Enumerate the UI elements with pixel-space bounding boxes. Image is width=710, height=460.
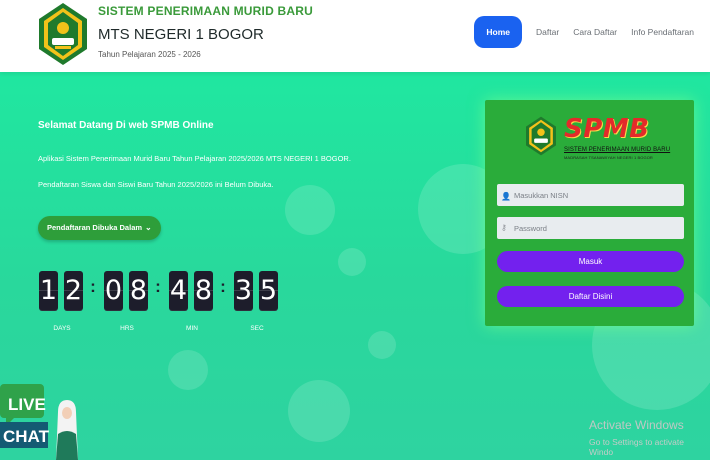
countdown-digit: 2 (64, 271, 83, 311)
nav-info-pendaftaran[interactable]: Info Pendaftaran (631, 27, 694, 37)
registration-opens-label: Pendaftaran Dibuka Dalam (47, 223, 143, 232)
app-description: Aplikasi Sistem Penerimaan Murid Baru Ta… (38, 154, 351, 163)
activate-windows-title: Activate Windows (589, 418, 684, 432)
welcome-heading: Selamat Datang Di web SPMB Online (38, 120, 214, 131)
countdown-digit: 8 (194, 271, 213, 311)
countdown-colon: : (220, 277, 226, 296)
countdown-label-days: DAYS (53, 325, 71, 332)
nisn-input[interactable] (497, 184, 684, 206)
brand-tagline: SISTEM PENERIMAAN MURID BARU (98, 4, 313, 18)
register-button[interactable]: Daftar Disini (497, 286, 684, 307)
spmb-logo-text: SPMB (564, 114, 650, 144)
user-icon: 👤 (501, 192, 511, 201)
chevron-down-icon: ⌄ (145, 223, 152, 232)
decor-bubble (168, 350, 208, 390)
decor-bubble (338, 248, 366, 276)
countdown-digit: 0 (104, 271, 123, 311)
academic-year: Tahun Pelajaran 2025 - 2026 (98, 50, 201, 59)
countdown-digit: 5 (259, 271, 278, 311)
kemenag-logo-icon (526, 116, 556, 156)
decor-bubble (288, 380, 350, 442)
login-card: SPMB SISTEM PENERIMAAN MURID BARU MADRAS… (485, 100, 694, 326)
registration-opens-button[interactable]: Pendaftaran Dibuka Dalam ⌄ (38, 216, 161, 240)
school-name: MTS NEGERI 1 BOGOR (98, 26, 264, 43)
countdown-label-hrs: HRS (120, 325, 134, 332)
key-icon: ⚷ (501, 223, 507, 232)
countdown-colon: : (155, 277, 161, 296)
main-nav: Home Daftar Cara Daftar Info Pendaftaran (474, 16, 694, 48)
countdown-digit: 4 (169, 271, 188, 311)
countdown-colon: : (90, 277, 96, 296)
countdown-label-sec: SEC (250, 325, 264, 332)
countdown-digit: 8 (129, 271, 148, 311)
login-button[interactable]: Masuk (497, 251, 684, 272)
password-input[interactable] (497, 217, 684, 239)
countdown-label-min: MIN (186, 325, 198, 332)
nav-home[interactable]: Home (474, 16, 523, 48)
spmb-logo-subtitle: SISTEM PENERIMAAN MURID BARU (564, 147, 671, 153)
site-header: SISTEM PENERIMAAN MURID BARU MTS NEGERI … (0, 0, 710, 72)
nav-cara-daftar[interactable]: Cara Daftar (573, 27, 617, 37)
live-chat-line1: LIVE (8, 395, 46, 414)
decor-bubble (368, 331, 396, 359)
kemenag-logo-icon (39, 3, 87, 65)
registration-status: Pendaftaran Siswa dan Siswi Baru Tahun 2… (38, 180, 274, 189)
countdown-digit: 1 (39, 271, 58, 311)
nav-daftar[interactable]: Daftar (536, 27, 559, 37)
live-chat-line2: CHAT (3, 427, 50, 446)
countdown-digit: 3 (234, 271, 253, 311)
decor-bubble (285, 185, 335, 235)
spmb-logo-subtitle-small: MADRASAH TSANAWIYAH NEGERI 1 BOGOR (564, 155, 653, 160)
activate-windows-subtitle: Go to Settings to activate Windo (589, 437, 684, 457)
live-chat-widget[interactable]: LIVE CHAT (0, 384, 80, 460)
